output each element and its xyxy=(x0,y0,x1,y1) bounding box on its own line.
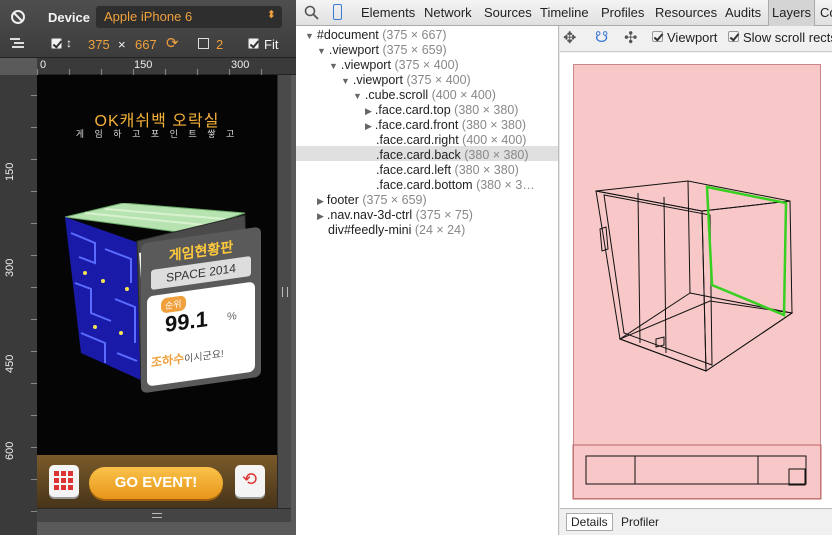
reset-transform-icon[interactable]: ✣ xyxy=(624,28,637,48)
search-icon[interactable] xyxy=(304,5,320,21)
tree-node[interactable]: ▼ .viewport (375 × 400) xyxy=(341,73,471,88)
tree-node[interactable]: ▼ .viewport (375 × 400) xyxy=(329,58,459,73)
times-sign: × xyxy=(118,37,126,52)
percent-unit: % xyxy=(227,309,237,324)
tab-timeline[interactable]: Timeline xyxy=(540,5,589,20)
tree-node[interactable]: ▶ .nav.nav-3d-ctrl (375 × 75) xyxy=(317,208,473,223)
emulated-screen[interactable]: OK캐쉬백 오락실 게 임 하 고 포 인 트 쌓 고 게임현황판 SPACE … xyxy=(37,75,277,522)
layers-panel: ✥ ☋ ✣ Viewport Slow scroll rects Details… xyxy=(560,26,832,535)
grip-icon xyxy=(152,513,162,518)
width-field[interactable]: 375 xyxy=(88,37,110,52)
layer-tree: ▼ #document (375 × 667) ▼ .viewport (375 ×… xyxy=(296,26,559,535)
tree-node[interactable]: ▶ footer (375 × 659) xyxy=(317,193,427,208)
ruler-label: 150 xyxy=(134,59,153,71)
grip-icon xyxy=(282,287,288,297)
layers-toolbar: ✥ ☋ ✣ Viewport Slow scroll rects xyxy=(560,26,832,52)
refresh-icon: ⟲ xyxy=(242,469,258,489)
ruler-label: 600 xyxy=(4,441,16,460)
score-board: 게임현황판 SPACE 2014 순위 99.1 % 조하수이시군요! xyxy=(141,226,261,394)
tree-node[interactable]: div#feedly-mini (24 × 24) xyxy=(328,223,465,238)
viewport-label: Viewport xyxy=(667,30,718,45)
device-mode-icon[interactable] xyxy=(333,4,342,20)
ruler-label: 450 xyxy=(4,354,16,373)
rank-percent: 99.1 xyxy=(165,306,208,338)
fit-label: Fit xyxy=(264,37,279,52)
devtools-toolbar: Elements Network Sources Timeline Profil… xyxy=(296,0,832,26)
tree-node[interactable]: ▼ #document (375 × 667) xyxy=(305,28,447,43)
layer-wireframe xyxy=(572,180,822,500)
rotate-button[interactable]: ⟲ xyxy=(235,465,265,497)
resolution-checkbox[interactable] xyxy=(51,38,62,49)
ruler-label: 300 xyxy=(4,258,16,277)
tab-elements[interactable]: Elements xyxy=(361,5,415,20)
ruler-label: 300 xyxy=(231,59,250,71)
tab-console[interactable]: Co xyxy=(820,5,832,20)
details-tabs: Details Profiler xyxy=(560,508,832,535)
tree-node[interactable]: ▼ .viewport (375 × 659) xyxy=(317,43,447,58)
height-field[interactable]: 667 xyxy=(135,37,157,52)
tree-node[interactable]: .face.card.bottom (380 × 3… xyxy=(376,178,535,193)
ruler-label: 0 xyxy=(40,59,47,71)
tree-node[interactable]: ▼ .cube.scroll (400 × 400) xyxy=(353,88,496,103)
tab-profiler[interactable]: Profiler xyxy=(621,515,659,529)
device-emulation-panel: Device Apple iPhone 6 ⬍ ↕ 375 × 667 ⟳ 2 … xyxy=(0,0,296,535)
slow-scroll-label: Slow scroll rects xyxy=(743,30,832,45)
tree-node-selected[interactable]: .face.card.back (380 × 380) xyxy=(376,148,529,163)
viewport-checkbox[interactable] xyxy=(652,31,663,42)
layers-3d-view[interactable] xyxy=(560,53,832,508)
device-toolbar: Device Apple iPhone 6 ⬍ ↕ 375 × 667 ⟳ 2 … xyxy=(0,0,296,58)
tab-resources[interactable]: Resources xyxy=(655,5,717,20)
tab-details[interactable]: Details xyxy=(566,513,613,531)
rotate-mode-icon[interactable]: ☋ xyxy=(595,28,608,46)
device-model: Apple iPhone 6 xyxy=(104,9,193,24)
device-options-icon[interactable] xyxy=(10,36,26,50)
device-label: Device xyxy=(48,10,90,25)
disable-emulation-icon[interactable] xyxy=(10,9,26,25)
tree-node[interactable]: ▶ .face.card.front (380 × 380) xyxy=(365,118,526,133)
pan-icon[interactable]: ✥ xyxy=(563,28,576,48)
swap-dimensions-icon[interactable]: ⟳ xyxy=(166,34,179,52)
grid-icon xyxy=(54,471,73,490)
tab-layers[interactable]: Layers xyxy=(768,0,816,26)
slow-scroll-checkbox[interactable] xyxy=(728,31,739,42)
resize-handle-right[interactable] xyxy=(277,75,291,522)
tab-profiles[interactable]: Profiles xyxy=(601,5,644,20)
select-arrows-icon: ⬍ xyxy=(266,9,276,21)
brand-subtitle: 게 임 하 고 포 인 트 쌓 고 xyxy=(75,129,239,139)
ruler-vertical: 150 300 450 xyxy=(0,75,37,535)
ruler-label: 150 xyxy=(4,162,16,181)
device-select[interactable]: Apple iPhone 6 ⬍ xyxy=(96,6,282,28)
go-event-button[interactable]: GO EVENT! xyxy=(89,467,223,499)
score-message: 조하수이시군요! xyxy=(151,348,224,371)
tab-audits[interactable]: Audits xyxy=(725,5,761,20)
tab-sources[interactable]: Sources xyxy=(484,5,532,20)
scale-icon xyxy=(198,38,209,49)
scale-field[interactable]: 2 xyxy=(216,37,223,52)
resize-handle-bottom[interactable] xyxy=(37,508,291,522)
tree-node[interactable]: .face.card.right (400 × 400) xyxy=(376,133,526,148)
ruler-horizontal: 0 150 300 xyxy=(37,58,296,75)
score-card: 순위 99.1 % 조하수이시군요! xyxy=(147,281,255,387)
tab-network[interactable]: Network xyxy=(424,5,472,20)
dimensions-icon: ↕ xyxy=(66,36,72,50)
fit-checkbox[interactable] xyxy=(248,38,259,49)
menu-grid-button[interactable] xyxy=(49,465,79,497)
tree-node[interactable]: .face.card.left (380 × 380) xyxy=(376,163,519,178)
tree-node[interactable]: ▶ .face.card.top (380 × 380) xyxy=(365,103,518,118)
